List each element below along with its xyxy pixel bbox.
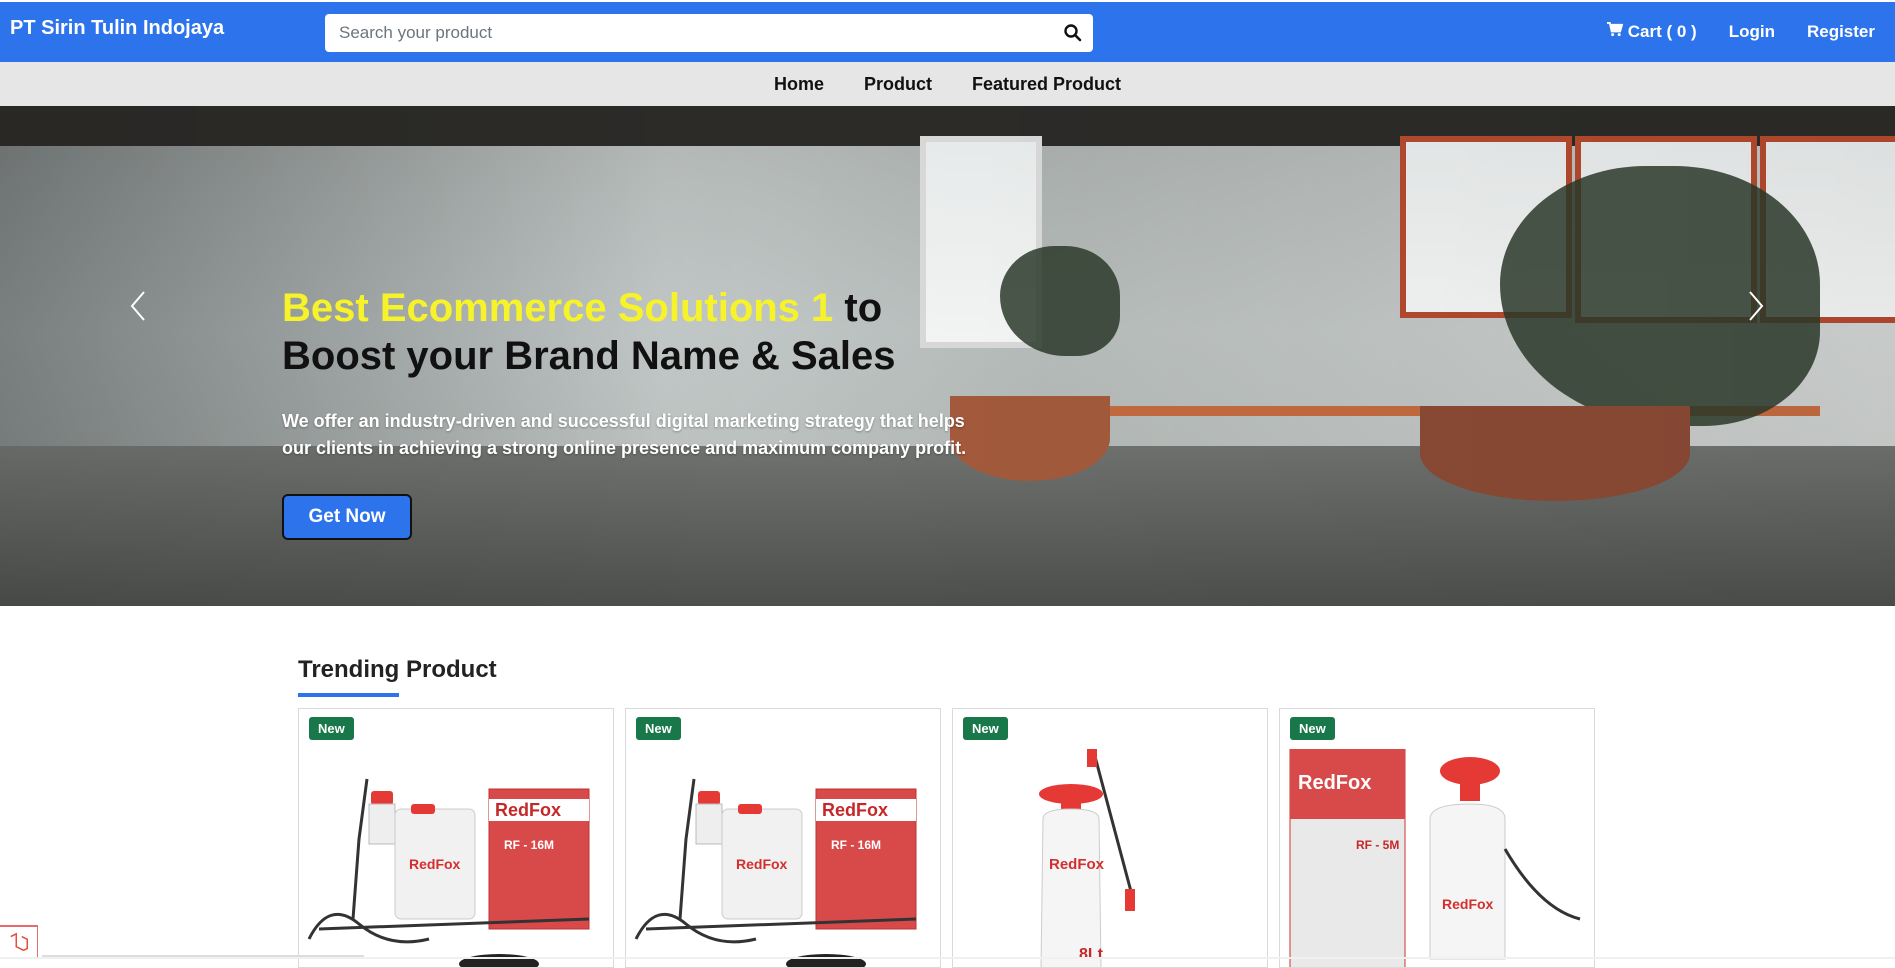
- product-box-brand: RedFox: [1298, 772, 1371, 794]
- product-card[interactable]: RedFox RedFox RF - 16M New: [625, 708, 941, 968]
- nav-product[interactable]: Product: [864, 74, 932, 95]
- hero-carousel: Best Ecommerce Solutions 1 to Boost your…: [0, 106, 1895, 606]
- hero-title-to: to: [833, 286, 883, 330]
- cart-label: Cart ( 0 ): [1627, 22, 1697, 41]
- hero-title: Best Ecommerce Solutions 1 to Boost your…: [282, 284, 1002, 380]
- product-box-brand: RedFox: [1049, 856, 1105, 873]
- search-bar: [325, 14, 1093, 52]
- brand-logo-text[interactable]: PT Sirin Tulin Indojaya: [10, 17, 224, 40]
- product-box-brand-2: RedFox: [822, 800, 888, 820]
- framework-logo-icon[interactable]: [0, 925, 38, 959]
- nav-home[interactable]: Home: [774, 74, 824, 95]
- product-model: RF - 5M: [1356, 838, 1399, 852]
- new-badge: New: [963, 717, 1008, 740]
- section-title-underline: [298, 693, 399, 697]
- product-model: 8Lt: [1079, 946, 1104, 963]
- cart-link[interactable]: Cart ( 0 ): [1606, 22, 1697, 42]
- new-badge: New: [1290, 717, 1335, 740]
- hero-title-highlight: Best Ecommerce Solutions 1: [282, 286, 834, 330]
- product-image: RedFox 8Lt: [1039, 749, 1135, 967]
- product-card[interactable]: RedFox 8Lt New: [952, 708, 1268, 968]
- product-box-brand: RedFox: [409, 856, 461, 872]
- product-image: RedFox RedFox RF - 16M: [307, 778, 590, 967]
- nav-right-links: Cart ( 0 ) Login Register: [1606, 22, 1875, 42]
- hero-description: We offer an industry-driven and successf…: [282, 411, 967, 458]
- search-input[interactable]: [325, 14, 1045, 52]
- top-navbar: PT Sirin Tulin Indojaya Cart ( 0 ) Login…: [0, 0, 1895, 62]
- new-badge: New: [309, 717, 354, 740]
- carousel-prev-icon[interactable]: [124, 286, 154, 326]
- carousel-next-icon[interactable]: [1740, 286, 1770, 326]
- section-title: Trending Product: [298, 656, 497, 683]
- register-link[interactable]: Register: [1807, 22, 1875, 42]
- secondary-nav: Home Product Featured Product: [0, 62, 1895, 106]
- nav-featured-product[interactable]: Featured Product: [972, 74, 1121, 95]
- product-model: RF - 16M: [504, 838, 554, 852]
- product-image: RedFox RedFox RF - 16M: [634, 778, 917, 967]
- product-box-brand-2: RedFox: [1442, 896, 1494, 912]
- product-card[interactable]: RedFox RedFox RF - 16M New: [298, 708, 614, 968]
- new-badge: New: [636, 717, 681, 740]
- hero-title-line2: Boost your Brand Name & Sales: [282, 334, 896, 378]
- product-card[interactable]: RedFox RF - 5M RedFox New: [1279, 708, 1595, 968]
- product-box-brand: RedFox: [736, 856, 788, 872]
- search-icon[interactable]: [1063, 23, 1083, 43]
- product-box-brand-2: RedFox: [495, 800, 561, 820]
- product-image: RedFox RF - 5M RedFox: [1289, 749, 1581, 967]
- get-now-button[interactable]: Get Now: [282, 494, 412, 540]
- cart-icon: [1606, 22, 1623, 42]
- login-link[interactable]: Login: [1729, 22, 1775, 42]
- product-model: RF - 16M: [831, 838, 881, 852]
